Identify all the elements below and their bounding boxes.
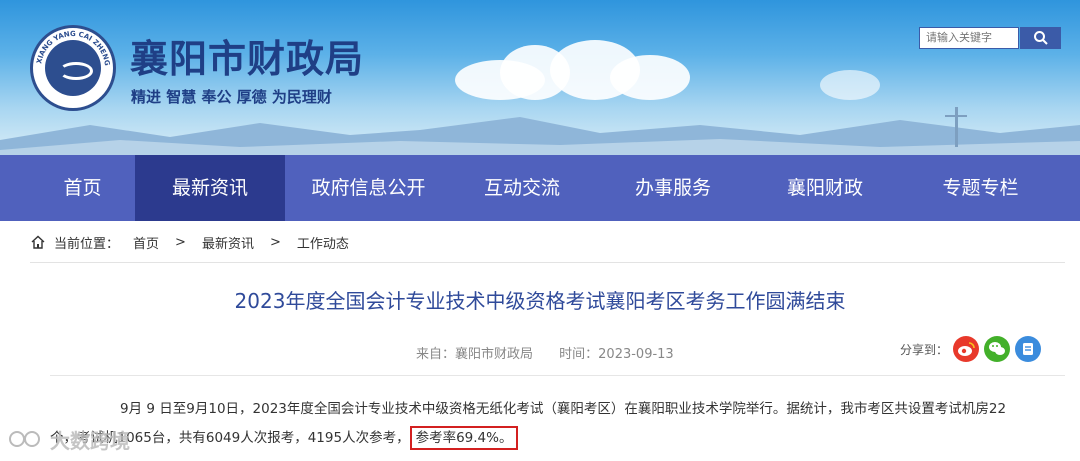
logo-inner-disc <box>45 40 101 96</box>
wechat-icon <box>989 342 1005 355</box>
main-nav: 首页 最新资讯 政府信息公开 互动交流 办事服务 襄阳财政 专题专栏 <box>0 155 1080 221</box>
share-qzone-button[interactable] <box>1015 336 1041 362</box>
nav-item-news[interactable]: 最新资讯 <box>135 155 285 221</box>
participation-rate-highlight: 参考率69.4%。 <box>409 426 519 450</box>
weibo-icon <box>958 342 975 356</box>
article-meta: 来自：襄阳市财政局 时间：2023-09-13 <box>416 343 696 362</box>
logo-swirl-icon <box>59 62 93 80</box>
article-source: 来自：襄阳市财政局 <box>416 347 534 362</box>
nav-item-xiangyang-finance[interactable]: 襄阳财政 <box>754 155 896 221</box>
nav-item-gov-info[interactable]: 政府信息公开 <box>285 155 452 221</box>
breadcrumb-link-work-news[interactable]: 工作动态 <box>297 233 349 252</box>
share-label: 分享到： <box>900 343 949 357</box>
header-banner: XIANG YANG CAI ZHENG 襄阳市财政局 精进 智慧 奉公 厚德 … <box>0 0 1080 155</box>
nav-item-home[interactable]: 首页 <box>30 155 135 221</box>
search-button[interactable] <box>1020 27 1061 49</box>
logo-emblem: XIANG YANG CAI ZHENG <box>30 25 116 111</box>
breadcrumb-link-home[interactable]: 首页 <box>133 233 159 252</box>
breadcrumb-label: 当前位置： <box>54 236 120 252</box>
article-title: 2023年度全国会计专业技术中级资格考试襄阳考区考务工作圆满结束 <box>234 289 846 313</box>
site-title: 襄阳市财政局 <box>130 37 365 81</box>
breadcrumb-separator: > <box>269 234 281 250</box>
breadcrumb-link-news[interactable]: 最新资讯 <box>202 233 254 252</box>
article-divider <box>50 375 1065 376</box>
watermark-logo-icon <box>9 431 40 447</box>
breadcrumb-separator: > <box>175 234 186 250</box>
search-icon <box>1033 31 1048 45</box>
watermark-text: 大数跨境 <box>50 429 130 453</box>
search-input[interactable] <box>919 27 1019 49</box>
site-slogan: 精进 智慧 奉公 厚德 为民理财 <box>131 88 332 106</box>
main-nav-items: 首页 最新资讯 政府信息公开 互动交流 办事服务 襄阳财政 专题专栏 <box>30 155 1065 221</box>
nav-item-special-topics[interactable]: 专题专栏 <box>896 155 1065 221</box>
share-wechat-button[interactable] <box>984 336 1010 362</box>
nav-item-services[interactable]: 办事服务 <box>592 155 754 221</box>
article-paragraph-2: 个，考试机1065台，共有6049人次报考，4195人次参考， 参考率69.4%。 <box>50 426 1065 450</box>
breadcrumb-divider <box>30 262 1065 263</box>
article-time: 时间：2023-09-13 <box>559 347 674 362</box>
cloud-decoration <box>610 55 690 100</box>
nav-item-interaction[interactable]: 互动交流 <box>452 155 592 221</box>
share-weibo-button[interactable] <box>953 336 979 362</box>
home-icon <box>31 235 45 249</box>
article-paragraph-1: 9月 9 日至9月10日，2023年度全国会计专业技术中级资格无纸化考试（襄阳考… <box>120 401 1007 417</box>
breadcrumb: 当前位置： 首页 > 最新资讯 > 工作动态 <box>30 232 1065 252</box>
qzone-icon <box>1023 343 1033 355</box>
